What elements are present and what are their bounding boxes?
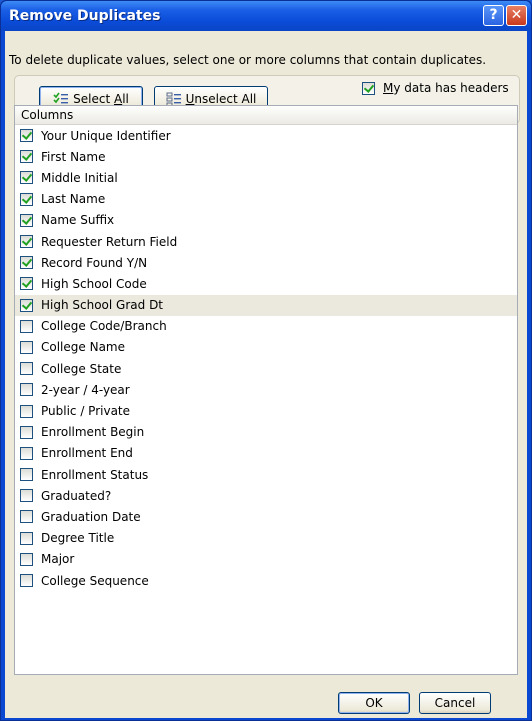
column-row[interactable]: High School Grad Dt: [15, 294, 517, 316]
my-data-has-headers-checkbox[interactable]: My data has headers: [362, 81, 509, 95]
column-row[interactable]: Enrollment End: [15, 443, 517, 464]
column-label: College Sequence: [41, 573, 149, 588]
columns-header[interactable]: Columns: [15, 106, 517, 125]
help-button[interactable]: ?: [483, 5, 504, 26]
column-label: College State: [41, 361, 122, 376]
column-label: Middle Initial: [41, 170, 118, 185]
column-label: Degree Title: [41, 531, 115, 546]
column-label: Enrollment Begin: [41, 425, 145, 440]
column-row[interactable]: Requester Return Field: [15, 231, 517, 252]
column-row[interactable]: Enrollment Begin: [15, 422, 517, 443]
column-label: Major: [41, 552, 75, 567]
column-row[interactable]: 2-year / 4-year: [15, 379, 517, 400]
column-label: High School Code: [41, 276, 147, 291]
column-checkbox[interactable]: [20, 425, 33, 439]
instruction-text: To delete duplicate values, select one o…: [9, 53, 487, 67]
column-row[interactable]: First Name: [15, 146, 517, 167]
column-label: Enrollment Status: [41, 467, 149, 482]
column-label: Your Unique Identifier: [41, 128, 171, 143]
column-checkbox[interactable]: [20, 319, 33, 333]
select-all-label: Select All: [73, 91, 129, 106]
column-row[interactable]: Graduated?: [15, 485, 517, 506]
column-checkbox[interactable]: [20, 150, 33, 164]
help-icon: ?: [489, 7, 498, 23]
column-row[interactable]: Graduation Date: [15, 506, 517, 527]
column-checkbox[interactable]: [20, 552, 33, 566]
dialog-body: To delete duplicate values, select one o…: [5, 31, 527, 718]
title-bar[interactable]: Remove Duplicates ? ✕: [1, 1, 531, 31]
column-checkbox[interactable]: [20, 277, 33, 291]
column-label: College Name: [41, 340, 125, 355]
column-checkbox[interactable]: [20, 192, 33, 206]
close-icon: ✕: [510, 7, 523, 23]
column-checkbox[interactable]: [20, 531, 33, 545]
column-row[interactable]: College Sequence: [15, 570, 517, 591]
column-row[interactable]: Degree Title: [15, 528, 517, 549]
column-checkbox[interactable]: [20, 256, 33, 270]
column-checkbox[interactable]: [20, 574, 33, 588]
column-row[interactable]: Middle Initial: [15, 167, 517, 188]
column-checkbox[interactable]: [20, 362, 33, 376]
column-checkbox[interactable]: [20, 383, 33, 397]
column-checkbox[interactable]: [20, 404, 33, 418]
column-checkbox[interactable]: [20, 213, 33, 227]
close-button[interactable]: ✕: [506, 5, 527, 26]
column-checkbox[interactable]: [20, 171, 33, 185]
unselect-all-icon: [166, 92, 182, 106]
column-checkbox[interactable]: [20, 235, 33, 249]
column-checkbox[interactable]: [20, 340, 33, 354]
cancel-button[interactable]: Cancel: [419, 692, 491, 714]
unselect-all-label: Unselect All: [185, 91, 257, 106]
column-checkbox[interactable]: [20, 298, 33, 312]
column-checkbox[interactable]: [20, 489, 33, 503]
remove-duplicates-dialog: Remove Duplicates ? ✕ To delete duplicat…: [0, 0, 532, 721]
column-label: Requester Return Field: [41, 234, 178, 249]
column-row[interactable]: Enrollment Status: [15, 464, 517, 485]
headers-checkbox-label: My data has headers: [383, 81, 509, 95]
column-label: College Code/Branch: [41, 319, 167, 334]
columns-rows: Your Unique Identifier First Name Middle I…: [15, 125, 517, 591]
column-label: 2-year / 4-year: [41, 382, 130, 397]
column-checkbox[interactable]: [20, 510, 33, 524]
column-label: Public / Private: [41, 404, 131, 419]
column-row[interactable]: College Name: [15, 337, 517, 358]
column-row[interactable]: Name Suffix: [15, 210, 517, 231]
column-row[interactable]: College Code/Branch: [15, 316, 517, 337]
column-label: Last Name: [41, 192, 106, 207]
column-label: Graduated?: [41, 488, 112, 503]
column-label: Record Found Y/N: [41, 255, 148, 270]
column-label: Enrollment End: [41, 446, 133, 461]
column-label: Graduation Date: [41, 509, 141, 524]
headers-checkbox-box[interactable]: [362, 81, 375, 95]
dialog-title: Remove Duplicates: [9, 8, 161, 24]
select-all-icon: [53, 92, 69, 106]
column-row[interactable]: Major: [15, 549, 517, 570]
column-label: High School Grad Dt: [41, 298, 164, 313]
column-checkbox[interactable]: [20, 468, 33, 482]
column-label: First Name: [41, 149, 106, 164]
column-checkbox[interactable]: [20, 446, 33, 460]
column-row[interactable]: College State: [15, 358, 517, 379]
column-label: Name Suffix: [41, 213, 115, 228]
column-row[interactable]: Public / Private: [15, 400, 517, 421]
column-row[interactable]: High School Code: [15, 273, 517, 294]
columns-list[interactable]: Columns Your Unique Identifier First Name…: [14, 105, 518, 675]
ok-button[interactable]: OK: [338, 692, 410, 714]
column-row[interactable]: Last Name: [15, 189, 517, 210]
column-row[interactable]: Your Unique Identifier: [15, 125, 517, 146]
column-row[interactable]: Record Found Y/N: [15, 252, 517, 273]
column-checkbox[interactable]: [20, 129, 33, 143]
